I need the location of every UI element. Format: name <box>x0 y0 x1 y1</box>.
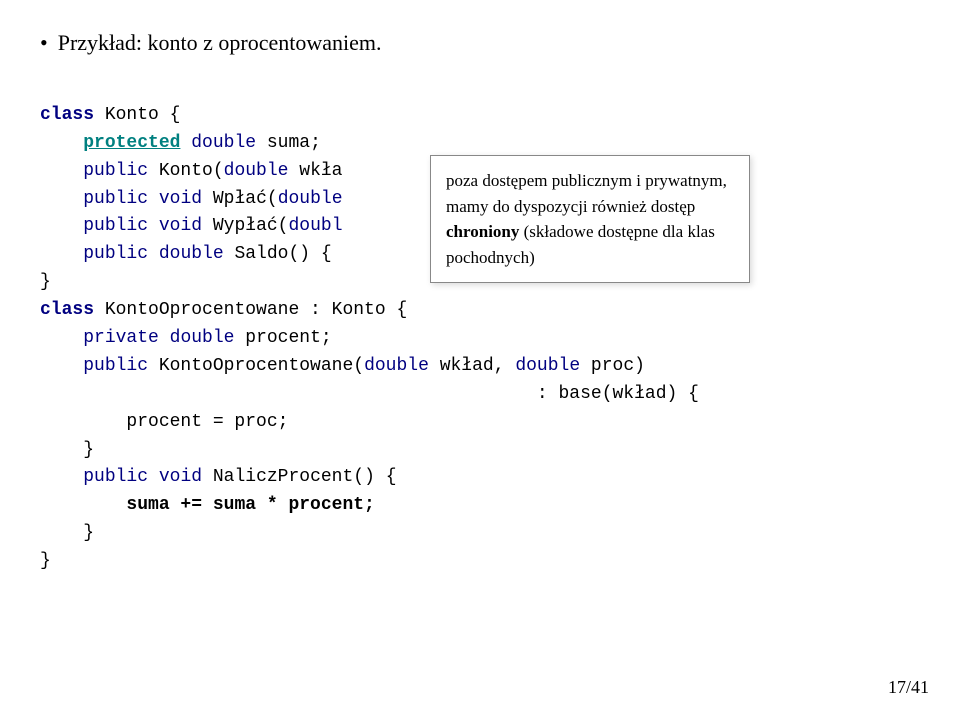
code-line-8: class KontoOprocentowane : Konto { <box>40 300 407 320</box>
code-line-3: public Konto(double wkła <box>40 161 342 181</box>
code-line-2: protected double suma; <box>40 133 321 153</box>
code-block: class Konto { protected double suma; pub… <box>40 74 919 604</box>
code-line-11: : base(wkład) { <box>40 384 699 404</box>
code-line-16: } <box>40 523 94 543</box>
bullet-dot: • <box>40 30 48 56</box>
bullet-text: Przykład: konto z oprocentowaniem. <box>58 30 382 56</box>
slide-container: • Przykład: konto z oprocentowaniem. cla… <box>0 0 959 716</box>
code-line-12: procent = proc; <box>40 412 288 432</box>
code-line-17: } <box>40 551 51 571</box>
code-line-10: public KontoOprocentowane(double wkład, … <box>40 356 645 376</box>
code-line-1: class Konto { <box>40 105 180 125</box>
page-number: 17/41 <box>888 677 929 698</box>
code-line-14: public void NaliczProcent() { <box>40 467 397 487</box>
code-line-9: private double procent; <box>40 328 332 348</box>
tooltip-box: poza dostępem publicznym i prywatnym, ma… <box>430 155 750 283</box>
code-line-15: suma += suma * procent; <box>40 495 375 515</box>
bullet-point: • Przykład: konto z oprocentowaniem. <box>40 30 919 56</box>
tooltip-bold-text: chroniony <box>446 222 519 241</box>
tooltip-text-before: poza dostępem publicznym i prywatnym, ma… <box>446 171 727 216</box>
code-line-7: } <box>40 272 51 292</box>
code-line-6: public double Saldo() { <box>40 244 332 264</box>
code-line-13: } <box>40 440 94 460</box>
